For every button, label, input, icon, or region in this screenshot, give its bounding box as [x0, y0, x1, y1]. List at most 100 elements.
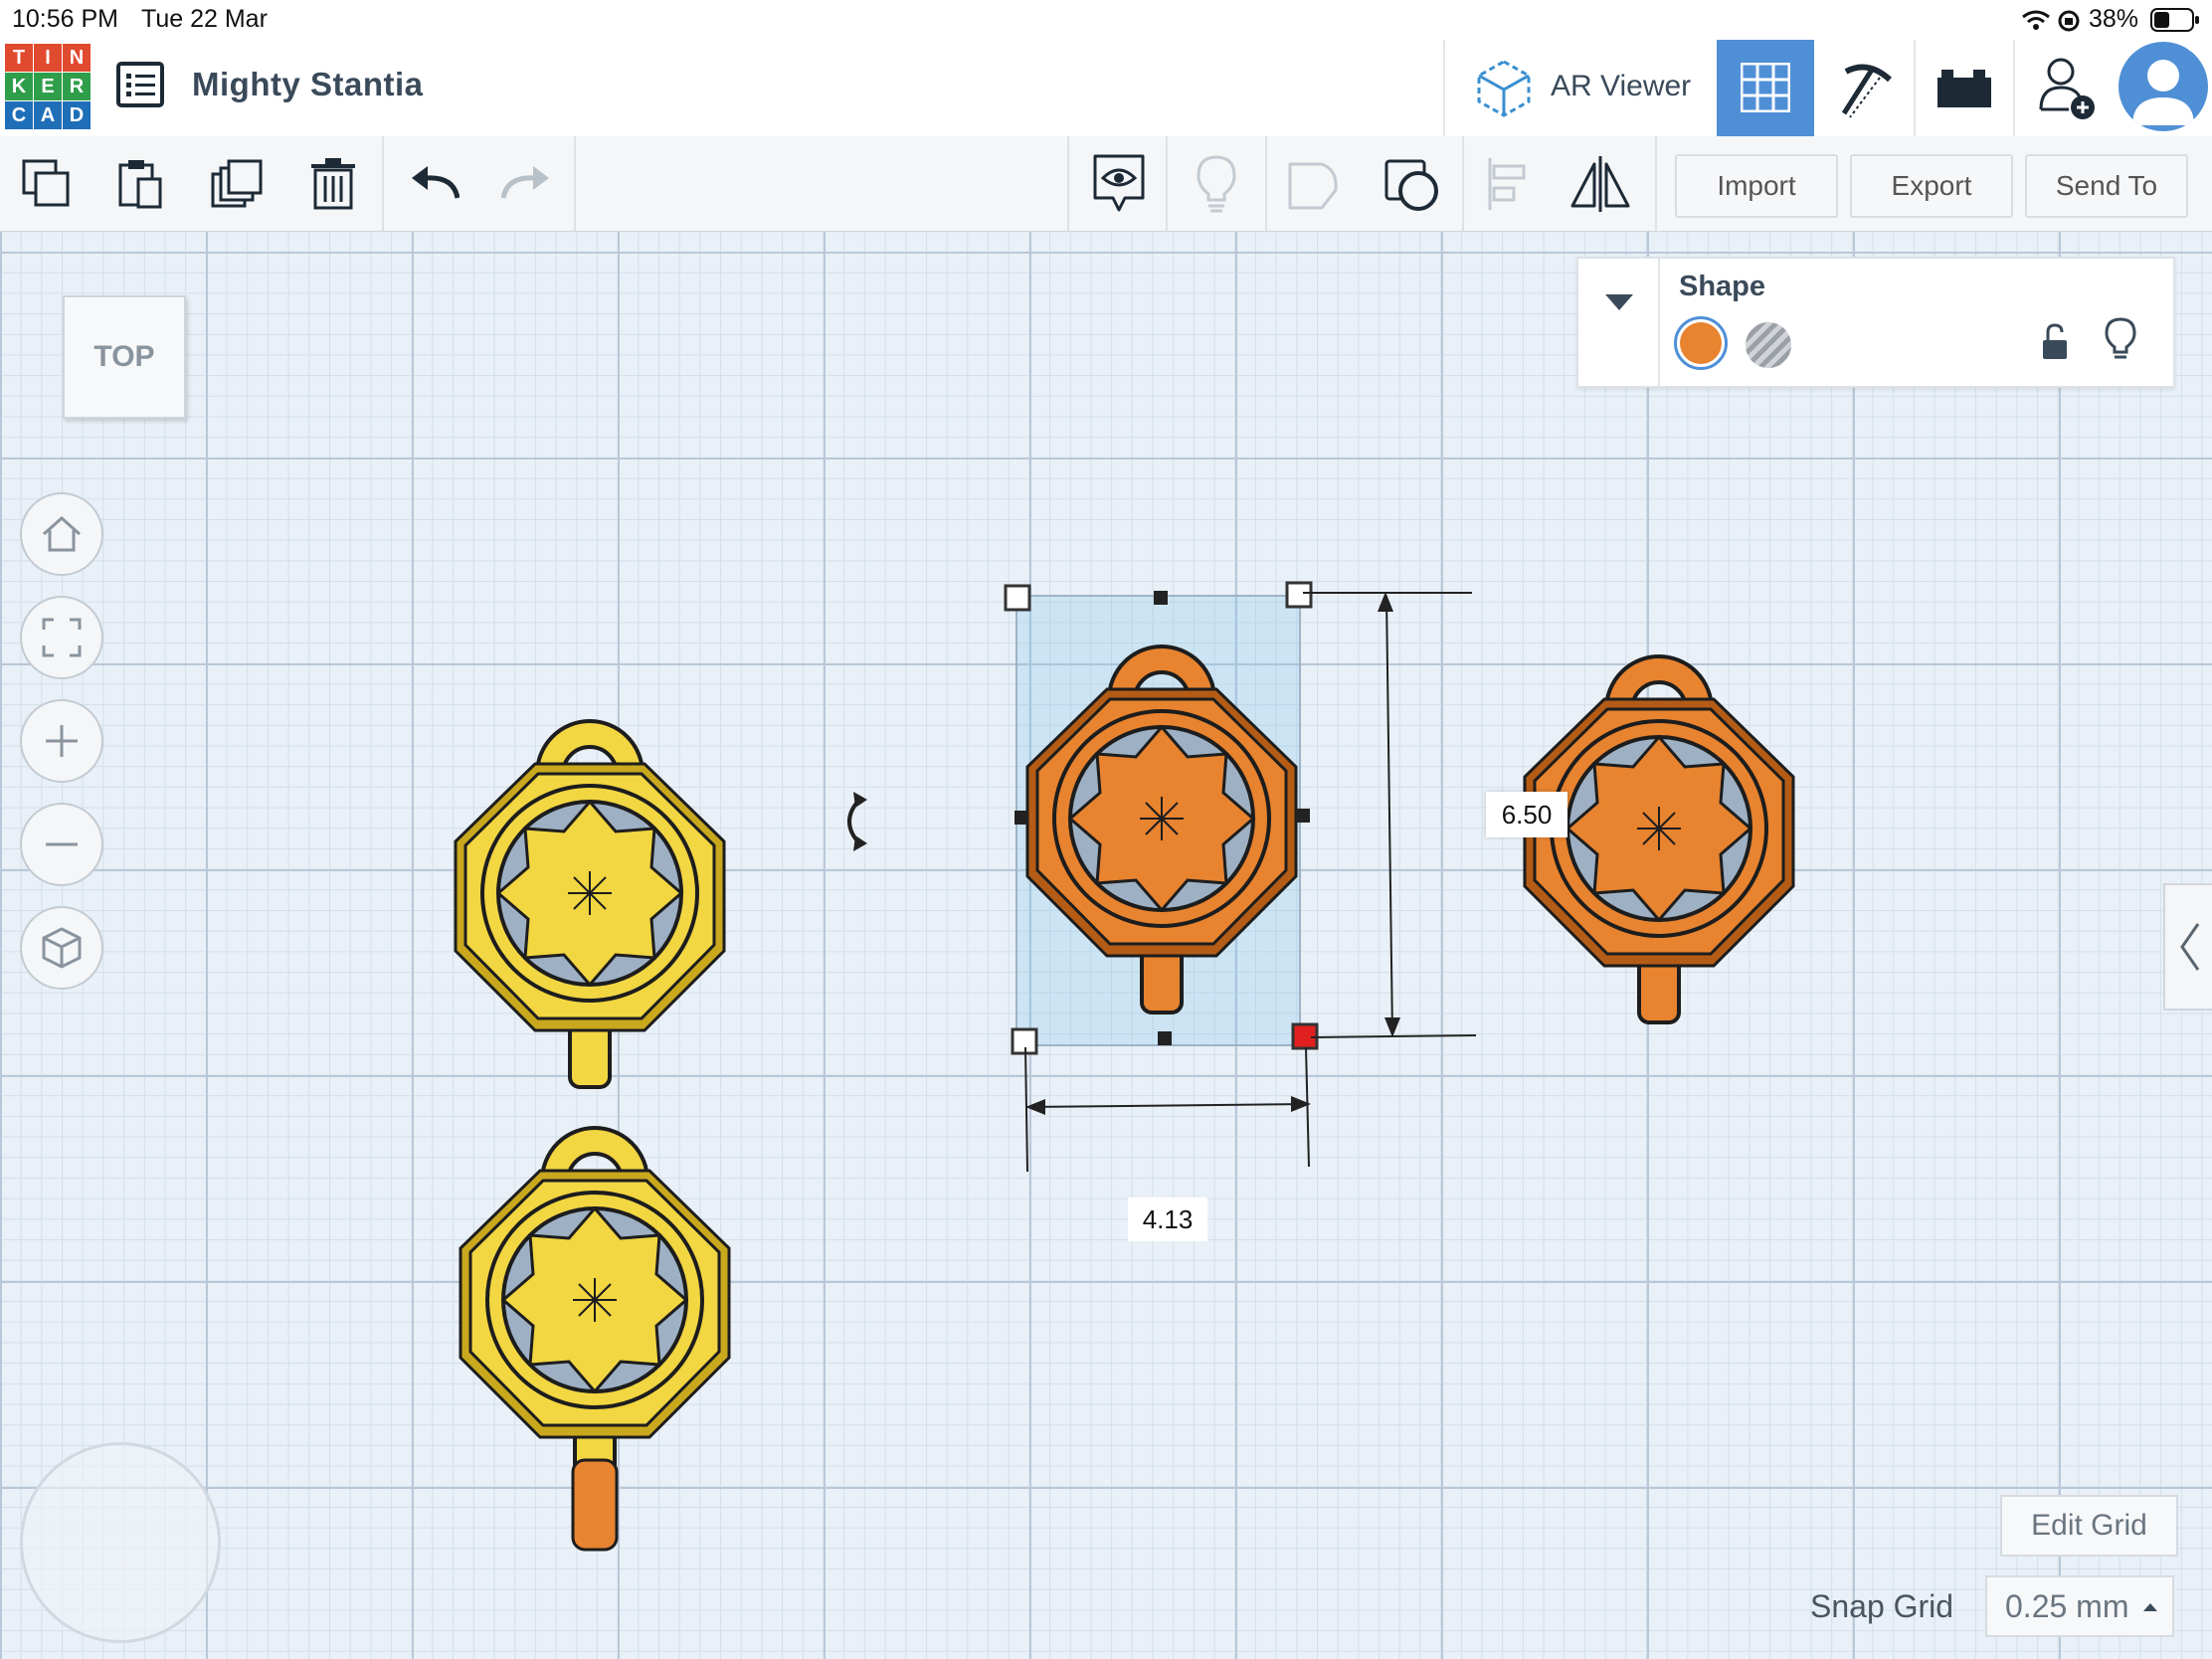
ar-cube-icon [1477, 60, 1531, 117]
logo-letter: K [5, 73, 33, 100]
snap-grid-label: Snap Grid [1810, 1588, 1954, 1624]
invite-user-button[interactable] [2015, 40, 2113, 136]
redo-icon [501, 166, 549, 199]
brick-icon [1937, 70, 1991, 107]
lock-icon[interactable] [2040, 322, 2070, 362]
paste-icon [118, 160, 162, 209]
send-to-button[interactable]: Send To [2025, 154, 2188, 218]
redo-button[interactable] [493, 152, 559, 216]
arrow-head [1378, 592, 1393, 612]
mirror-button[interactable] [1566, 150, 1635, 218]
yellow-medal-top[interactable] [456, 734, 724, 1087]
status-time: 10:56 PM [12, 5, 119, 33]
delete-button[interactable] [300, 152, 366, 216]
copy-icon [22, 159, 70, 207]
logo-letter: R [63, 73, 91, 100]
dimension-line [1024, 1046, 1028, 1173]
battery-percent: 38% [2089, 5, 2139, 33]
logo-letter: T [5, 44, 33, 72]
trash-icon [311, 158, 355, 210]
divider [1067, 136, 1069, 231]
handle-dot[interactable] [1158, 1031, 1172, 1045]
solid-color-swatch[interactable] [1674, 316, 1728, 370]
light-bulb-icon[interactable] [2104, 316, 2137, 364]
side-panel-toggle[interactable] [2163, 883, 2212, 1011]
chevron-up-icon [2143, 1603, 2157, 1611]
yellow-medal-bottom[interactable] [461, 1141, 729, 1494]
chevron-left-icon [2179, 923, 2199, 971]
logo-letter: N [63, 44, 91, 72]
copy-button[interactable] [14, 152, 80, 216]
export-button[interactable]: Export [1850, 154, 2013, 218]
logo-letter: A [34, 101, 62, 129]
add-user-icon [2039, 58, 2095, 119]
divider [1462, 136, 1464, 231]
avatar-icon [2132, 60, 2194, 125]
workplane[interactable]: TOP 6.50 4.13 Shape Edit Grid Snap Grid … [0, 232, 2212, 1659]
width-dimension-line [1026, 1103, 1310, 1108]
resize-handle[interactable] [1004, 584, 1031, 612]
logo-letter: C [5, 101, 33, 129]
import-button[interactable]: Import [1675, 154, 1838, 218]
undo-icon [412, 166, 460, 199]
hints-button[interactable] [1182, 150, 1251, 218]
arrow-head [1384, 1017, 1400, 1037]
orientation-lock-icon [2058, 10, 2080, 32]
ungroup-icon [1384, 159, 1438, 211]
show-all-button[interactable] [1084, 150, 1154, 218]
snap-grid-value: 0.25 mm [2005, 1587, 2129, 1624]
ar-viewer-label: AR Viewer [1551, 70, 1692, 102]
blocks-view-button[interactable] [1816, 40, 1914, 136]
dimension-line [1310, 1034, 1477, 1038]
divider [1265, 136, 1267, 231]
paste-button[interactable] [107, 152, 173, 216]
ar-viewer-button[interactable]: AR Viewer [1445, 40, 1715, 136]
mirror-icon [1570, 156, 1630, 212]
handle-dot[interactable] [1154, 591, 1168, 605]
collapse-chevron-icon[interactable] [1603, 292, 1635, 312]
status-date: Tue 22 Mar [141, 5, 268, 33]
user-avatar[interactable] [2119, 42, 2208, 131]
divider [574, 136, 576, 231]
rotate-icon[interactable] [847, 792, 867, 851]
group-icon [1288, 162, 1338, 210]
scene [0, 581, 2212, 1552]
width-dimension-label[interactable]: 4.13 [1128, 1198, 1207, 1241]
top-bar: TIN KER CAD Mighty Stantia AR Viewer [0, 40, 2212, 138]
arrow-head [1025, 1099, 1045, 1115]
tinkercad-logo[interactable]: TIN KER CAD [5, 44, 91, 129]
duplicate-icon [211, 159, 263, 208]
handle-dot[interactable] [1014, 811, 1028, 825]
divider [1658, 259, 1660, 386]
logo-letter: I [34, 44, 62, 72]
align-button[interactable] [1474, 150, 1544, 218]
snap-grid-select[interactable]: 0.25 mm [1985, 1575, 2174, 1637]
project-title[interactable]: Mighty Stantia [192, 66, 424, 103]
3d-design-view-button[interactable] [1717, 40, 1814, 136]
design-list-icon[interactable] [116, 62, 164, 107]
height-dimension-label[interactable]: 6.50 [1486, 792, 1567, 837]
logo-letter: E [34, 73, 62, 100]
divider [1166, 136, 1168, 231]
edit-toolbar: Import Export Send To [0, 136, 2212, 233]
resize-handle[interactable] [1285, 581, 1313, 609]
grid-view-icon [1741, 63, 1790, 112]
orange-tab [571, 1458, 619, 1552]
divider [1655, 136, 1657, 231]
edit-grid-button[interactable]: Edit Grid [2000, 1495, 2178, 1557]
battery-icon [2150, 8, 2199, 32]
handle-dot[interactable] [1296, 809, 1310, 823]
group-button[interactable] [1279, 150, 1349, 218]
duplicate-button[interactable] [205, 152, 271, 216]
dimension-line [1305, 1046, 1310, 1168]
solid-color-fill [1680, 322, 1722, 364]
ungroup-button[interactable] [1377, 150, 1446, 218]
orange-medal[interactable] [1525, 669, 1793, 1022]
resize-handle[interactable] [1011, 1027, 1038, 1055]
hole-swatch[interactable] [1746, 322, 1791, 368]
align-icon [1488, 158, 1526, 210]
bricks-view-button[interactable] [1916, 40, 2013, 136]
pickaxe-icon [1841, 64, 1893, 118]
status-bar: 10:56 PM Tue 22 Mar 38% [0, 0, 2212, 40]
undo-button[interactable] [402, 152, 467, 216]
